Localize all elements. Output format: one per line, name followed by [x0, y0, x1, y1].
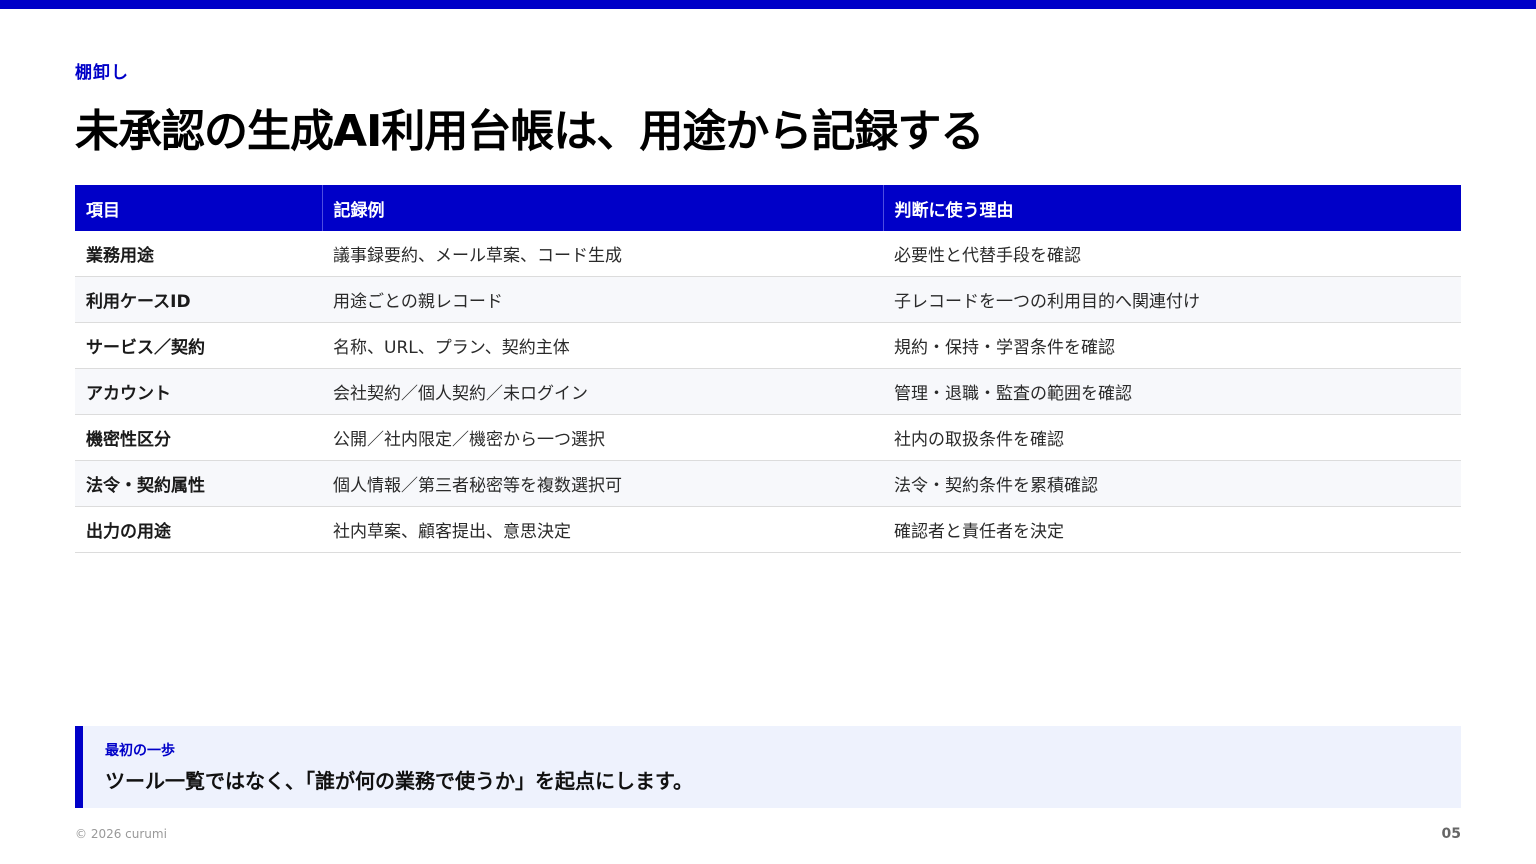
cell-item: アカウント	[75, 368, 322, 415]
cell-example: 名称、URL、プラン、契約主体	[322, 322, 883, 369]
top-accent-bar	[0, 0, 1536, 9]
slide-title: 未承認の生成AI利用台帳は、用途から記録する	[75, 106, 984, 157]
cell-reason: 社内の取扱条件を確認	[883, 414, 1461, 461]
column-header-reason: 判断に使う理由	[882, 185, 1461, 231]
inventory-table: 項目 記録例 判断に使う理由 業務用途 議事録要約、メール草案、コード生成 必要…	[75, 185, 1461, 553]
column-header-example: 記録例	[321, 185, 883, 231]
cell-item: 法令・契約属性	[75, 460, 322, 507]
cell-example: 会社契約／個人契約／未ログイン	[322, 368, 883, 415]
table-row: 機密性区分 公開／社内限定／機密から一つ選択 社内の取扱条件を確認	[75, 414, 1461, 461]
cell-item: 業務用途	[75, 231, 322, 277]
cell-item: サービス／契約	[75, 322, 322, 369]
page-number: 05	[1441, 826, 1461, 842]
cell-reason: 規約・保持・学習条件を確認	[883, 322, 1461, 369]
table-header-row: 項目 記録例 判断に使う理由	[75, 185, 1461, 231]
cell-example: 公開／社内限定／機密から一つ選択	[322, 414, 883, 461]
cell-reason: 子レコードを一つの利用目的へ関連付け	[883, 276, 1461, 323]
first-step-callout: 最初の一歩 ツール一覧ではなく、「誰が何の業務で使うか」を起点にします。	[75, 726, 1461, 808]
table-body: 業務用途 議事録要約、メール草案、コード生成 必要性と代替手段を確認 利用ケース…	[75, 231, 1461, 553]
callout-text: ツール一覧ではなく、「誰が何の業務で使うか」を起点にします。	[105, 769, 693, 793]
section-eyebrow: 棚卸し	[75, 63, 129, 83]
cell-reason: 必要性と代替手段を確認	[883, 231, 1461, 277]
table-header: 項目 記録例 判断に使う理由	[75, 185, 1461, 231]
cell-item: 機密性区分	[75, 414, 322, 461]
cell-reason: 法令・契約条件を累積確認	[883, 460, 1461, 507]
table-row: アカウント 会社契約／個人契約／未ログイン 管理・退職・監査の範囲を確認	[75, 368, 1461, 415]
table-row: 業務用途 議事録要約、メール草案、コード生成 必要性と代替手段を確認	[75, 231, 1461, 277]
cell-item: 利用ケースID	[75, 276, 322, 323]
cell-example: 議事録要約、メール草案、コード生成	[322, 231, 883, 277]
table-row: 法令・契約属性 個人情報／第三者秘密等を複数選択可 法令・契約条件を累積確認	[75, 460, 1461, 507]
cell-reason: 管理・退職・監査の範囲を確認	[883, 368, 1461, 415]
cell-item: 出力の用途	[75, 506, 322, 553]
cell-reason: 確認者と責任者を決定	[883, 506, 1461, 553]
cell-example: 用途ごとの親レコード	[322, 276, 883, 323]
slide: 棚卸し 未承認の生成AI利用台帳は、用途から記録する 項目 記録例 判断に使う理…	[0, 0, 1536, 864]
column-header-item: 項目	[75, 185, 322, 231]
table-row: 利用ケースID 用途ごとの親レコード 子レコードを一つの利用目的へ関連付け	[75, 276, 1461, 323]
copyright: © 2026 curumi	[75, 827, 167, 841]
callout-label: 最初の一歩	[105, 743, 175, 759]
table-row: サービス／契約 名称、URL、プラン、契約主体 規約・保持・学習条件を確認	[75, 322, 1461, 369]
cell-example: 個人情報／第三者秘密等を複数選択可	[322, 460, 883, 507]
cell-example: 社内草案、顧客提出、意思決定	[322, 506, 883, 553]
table-row: 出力の用途 社内草案、顧客提出、意思決定 確認者と責任者を決定	[75, 506, 1461, 553]
